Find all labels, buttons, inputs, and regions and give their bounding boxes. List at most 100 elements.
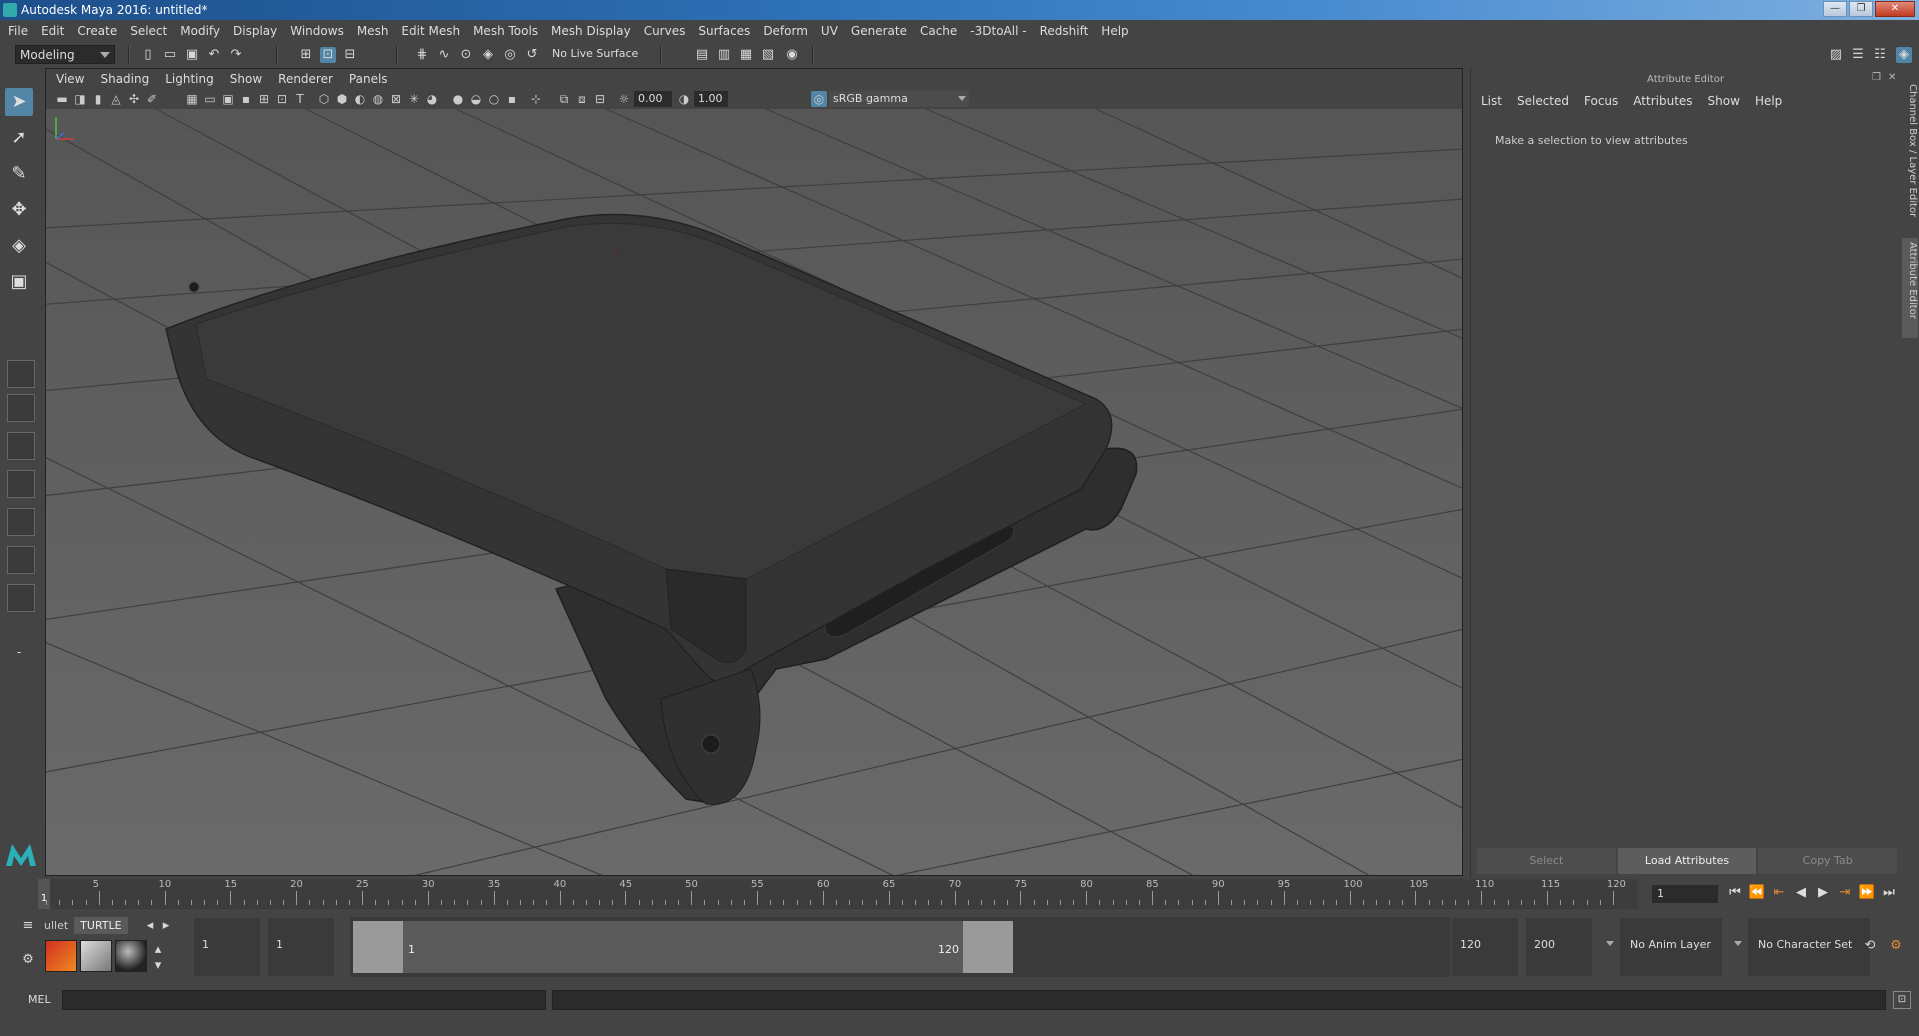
- textured-icon[interactable]: ◕: [424, 91, 440, 107]
- isolate-select-icon[interactable]: ⊹: [528, 91, 544, 107]
- four-view-layout-icon[interactable]: [7, 394, 35, 422]
- grid-toggle-icon[interactable]: ▦: [184, 91, 200, 107]
- safe-action-icon[interactable]: ⊡: [274, 91, 290, 107]
- exposure-icon[interactable]: ☼: [616, 91, 632, 107]
- 3d-scene[interactable]: persp: [46, 109, 1462, 875]
- auto-key-icon[interactable]: ⟲: [1862, 938, 1878, 954]
- current-frame-marker[interactable]: 1: [38, 879, 50, 909]
- close-panel-icon[interactable]: ✕: [1888, 72, 1900, 84]
- viewport-menu-view[interactable]: View: [56, 72, 84, 86]
- snap-grid-icon[interactable]: ⋕: [414, 47, 430, 63]
- safe-title-icon[interactable]: T: [292, 91, 308, 107]
- playback-end-field[interactable]: 120: [1452, 918, 1518, 976]
- minimize-button[interactable]: —: [1823, 1, 1847, 17]
- chevron-down-icon[interactable]: [1606, 941, 1614, 946]
- snap-curve-icon[interactable]: ∿: [436, 47, 452, 63]
- anti-aliasing-icon[interactable]: ⧈: [574, 91, 590, 107]
- menu-modify[interactable]: Modify: [180, 24, 220, 38]
- ambient-occlusion-icon[interactable]: ○: [486, 91, 502, 107]
- viewport-menu-renderer[interactable]: Renderer: [278, 72, 333, 86]
- depth-of-field-icon[interactable]: ⧉: [556, 91, 572, 107]
- range-slider[interactable]: 1 120: [350, 917, 1450, 977]
- lasso-tool-icon[interactable]: ➚: [5, 124, 33, 152]
- turtle-material-icon[interactable]: [115, 940, 147, 972]
- command-language-label[interactable]: MEL: [28, 993, 51, 1006]
- wireframe-on-shaded-icon[interactable]: ◍: [370, 91, 386, 107]
- gamma-field[interactable]: 1.00: [694, 91, 728, 107]
- animation-preferences-icon[interactable]: ⚙: [1888, 938, 1904, 954]
- attr-menu-selected[interactable]: Selected: [1517, 94, 1569, 108]
- field-chart-icon[interactable]: ⊞: [256, 91, 272, 107]
- viewport-menu-shading[interactable]: Shading: [100, 72, 149, 86]
- shelf-up-icon[interactable]: ▴: [150, 942, 166, 958]
- playback-start-field[interactable]: 1: [268, 918, 334, 976]
- menu-select[interactable]: Select: [130, 24, 167, 38]
- screen-space-icon[interactable]: ⊟: [592, 91, 608, 107]
- menu-mesh[interactable]: Mesh: [357, 24, 389, 38]
- step-forward-key-icon[interactable]: ⏩: [1858, 883, 1876, 903]
- single-perspective-layout-icon[interactable]: [7, 360, 35, 388]
- copy-tab-button[interactable]: Copy Tab: [1758, 848, 1898, 874]
- turtle-bake-icon[interactable]: [80, 940, 112, 972]
- hypershade-icon[interactable]: ◉: [784, 47, 800, 63]
- rotate-tool-icon[interactable]: ◈: [5, 232, 33, 260]
- shelf-scroll-left-icon[interactable]: ◂: [142, 918, 158, 934]
- range-span[interactable]: [353, 921, 1013, 973]
- menu-surfaces[interactable]: Surfaces: [698, 24, 750, 38]
- smooth-shade-icon[interactable]: ⬢: [334, 91, 350, 107]
- hypershade-layout-icon[interactable]: [7, 508, 35, 536]
- image-plane-icon[interactable]: ◬: [108, 91, 124, 107]
- shelf-tab-bullet[interactable]: ullet: [38, 917, 74, 934]
- select-object-icon[interactable]: ⊡: [320, 47, 336, 63]
- attribute-editor-toggle-icon[interactable]: ☰: [1850, 47, 1866, 63]
- channel-box-tab[interactable]: Channel Box / Layer Editor: [1902, 80, 1918, 230]
- menu-edit[interactable]: Edit: [41, 24, 64, 38]
- resolution-gate-icon[interactable]: ▣: [220, 91, 236, 107]
- grease-pencil-icon[interactable]: ✐: [144, 91, 160, 107]
- select-hierarchy-icon[interactable]: ⊞: [298, 47, 314, 63]
- exposure-field[interactable]: 0.00: [634, 91, 672, 107]
- tool-settings-toggle-icon[interactable]: ☷: [1872, 47, 1888, 63]
- shelf-settings-icon[interactable]: ⚙: [20, 952, 36, 968]
- attr-menu-attributes[interactable]: Attributes: [1633, 94, 1692, 108]
- select-tool-icon[interactable]: ➤: [5, 88, 33, 116]
- xray-joints-icon[interactable]: ✳: [406, 91, 422, 107]
- use-all-lights-icon[interactable]: ●: [450, 91, 466, 107]
- camera-attributes-icon[interactable]: ◨: [72, 91, 88, 107]
- close-button[interactable]: ✕: [1875, 1, 1915, 17]
- move-tool-icon[interactable]: ✥: [5, 196, 33, 224]
- menu-redshift[interactable]: Redshift: [1040, 24, 1089, 38]
- menu-edit-mesh[interactable]: Edit Mesh: [401, 24, 460, 38]
- attr-menu-show[interactable]: Show: [1708, 94, 1740, 108]
- attribute-editor-tab[interactable]: Attribute Editor: [1902, 238, 1918, 338]
- menu-deform[interactable]: Deform: [763, 24, 808, 38]
- viewport-menu-lighting[interactable]: Lighting: [165, 72, 214, 86]
- restore-button[interactable]: ❐: [1849, 1, 1873, 17]
- play-backwards-icon[interactable]: ◀: [1792, 883, 1810, 903]
- render-view-icon[interactable]: ▤: [694, 47, 710, 63]
- motion-blur-icon[interactable]: ▪: [504, 91, 520, 107]
- color-management-icon[interactable]: ◎: [811, 91, 827, 107]
- attr-menu-focus[interactable]: Focus: [1584, 94, 1618, 108]
- paint-select-tool-icon[interactable]: ✎: [5, 160, 33, 188]
- menu-create[interactable]: Create: [77, 24, 117, 38]
- snap-point-icon[interactable]: ⊙: [458, 47, 474, 63]
- attr-menu-help[interactable]: Help: [1755, 94, 1782, 108]
- step-back-frame-icon[interactable]: ⇤: [1770, 883, 1788, 903]
- step-forward-frame-icon[interactable]: ⇥: [1836, 883, 1854, 903]
- menu-help[interactable]: Help: [1101, 24, 1128, 38]
- go-to-start-icon[interactable]: ⏮: [1726, 883, 1744, 903]
- bookmark-icon[interactable]: ▮: [90, 91, 106, 107]
- shelf-menu-icon[interactable]: ≡: [20, 918, 36, 934]
- command-input[interactable]: [62, 990, 546, 1010]
- attr-menu-list[interactable]: List: [1481, 94, 1502, 108]
- ipr-render-icon[interactable]: ▦: [738, 47, 754, 63]
- xray-icon[interactable]: ⊠: [388, 91, 404, 107]
- range-start-handle[interactable]: [353, 921, 403, 973]
- anim-layer-dropdown[interactable]: No Anim Layer: [1620, 918, 1722, 976]
- float-panel-icon[interactable]: ❐: [1872, 72, 1884, 84]
- viewport-menu-panels[interactable]: Panels: [349, 72, 388, 86]
- menu-generate[interactable]: Generate: [851, 24, 907, 38]
- undo-icon[interactable]: ↶: [206, 47, 222, 63]
- menu-display[interactable]: Display: [233, 24, 277, 38]
